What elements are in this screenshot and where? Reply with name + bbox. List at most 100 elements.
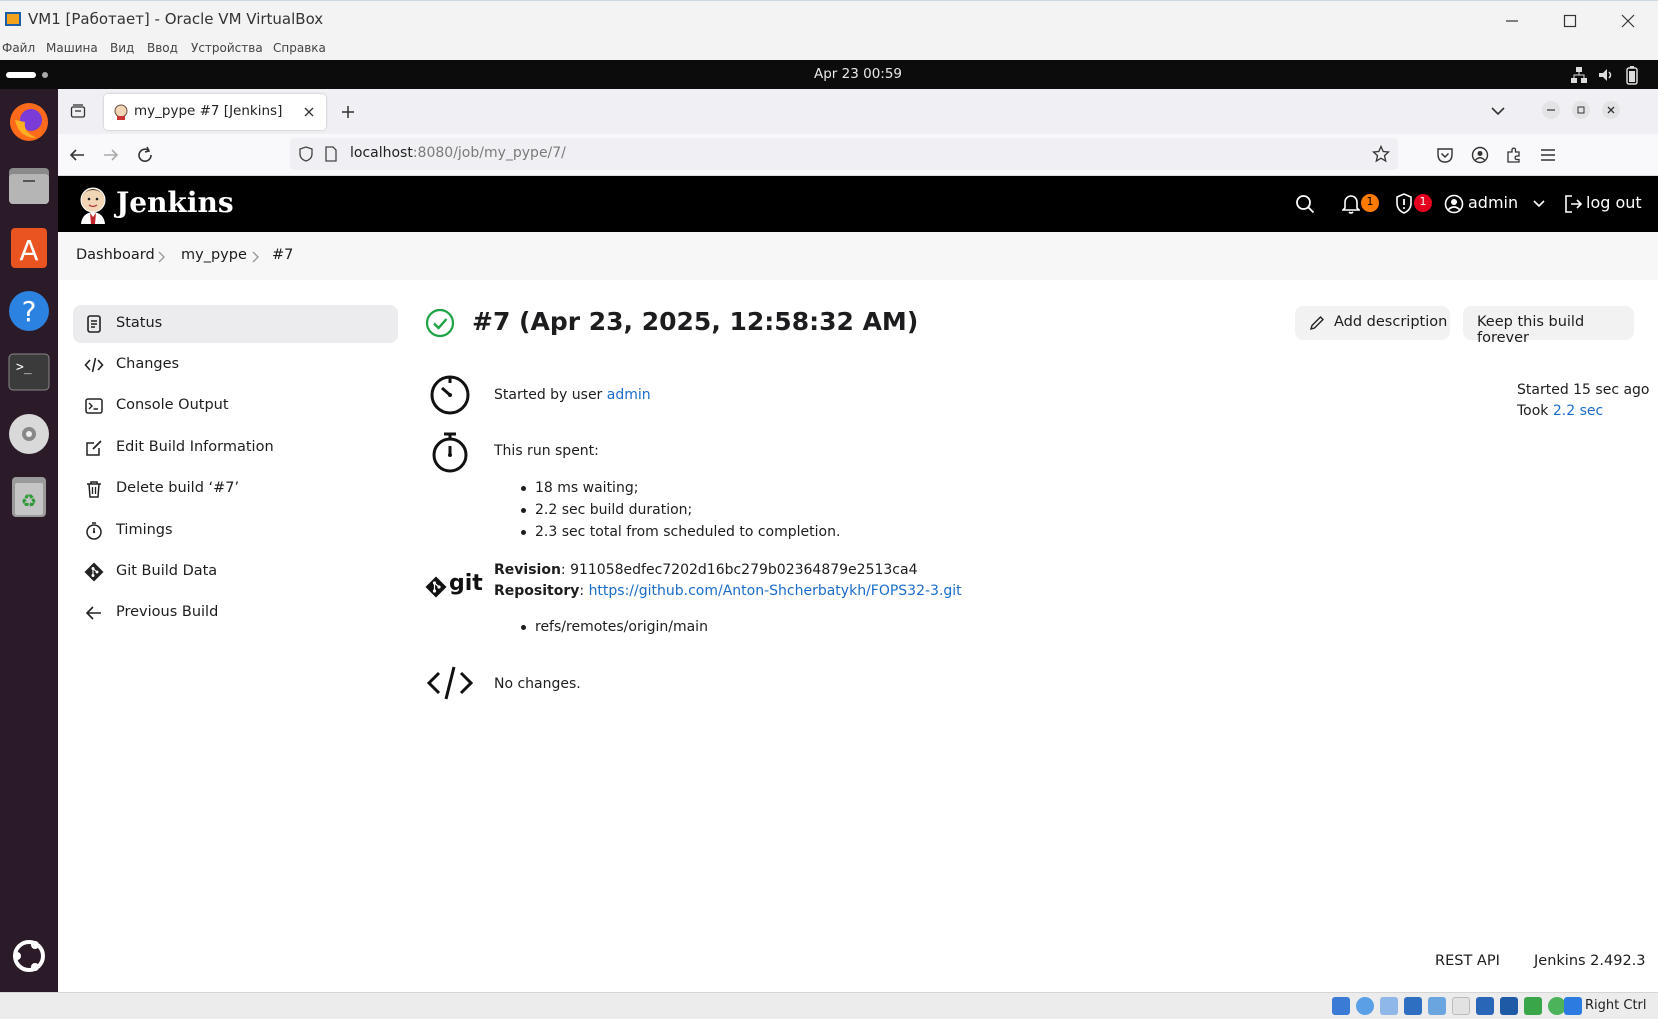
rest-api-link[interactable]: REST API: [1435, 953, 1500, 969]
close-icon[interactable]: [1620, 13, 1636, 29]
hamburger-menu-icon[interactable]: [1539, 146, 1557, 164]
page-icon[interactable]: [324, 146, 338, 162]
document-icon: [87, 315, 101, 333]
started-ago: Started 15 sec ago: [1517, 382, 1650, 398]
build-title: #7 (Apr 23, 2025, 12:58:32 AM): [472, 307, 919, 336]
browser-close-icon[interactable]: [1602, 101, 1620, 119]
help-launcher[interactable]: ?: [4, 286, 54, 336]
breadcrumb-job[interactable]: my_pype: [181, 247, 247, 263]
started-by-user-link[interactable]: admin: [607, 387, 651, 403]
battery-icon[interactable]: [1624, 65, 1640, 85]
notifications-bell-icon[interactable]: [1342, 193, 1360, 215]
sidebar-item-git-build-data[interactable]: Git Build Data: [73, 553, 398, 591]
audio-status-icon[interactable]: [1380, 997, 1398, 1015]
sidebar-item-edit-build-information[interactable]: Edit Build Information: [73, 429, 398, 467]
url-text[interactable]: localhost:8080/job/my_pype/7/: [350, 145, 566, 161]
bookmark-star-icon[interactable]: [1372, 145, 1390, 163]
recycle-bin-icon: ♻: [12, 477, 46, 517]
pocket-icon[interactable]: [1436, 146, 1454, 164]
recording-status-icon[interactable]: [1500, 997, 1518, 1015]
edit-icon: [86, 440, 102, 456]
logout-icon[interactable]: [1563, 194, 1583, 214]
sidebar-item-label: Delete build ‘#7’: [116, 480, 240, 496]
cpu-status-icon[interactable]: [1524, 997, 1542, 1015]
back-icon[interactable]: [68, 146, 86, 164]
took-text: Took 2.2 sec: [1517, 403, 1603, 419]
terminal-launcher[interactable]: >_: [4, 347, 54, 397]
app-center-icon: A: [11, 228, 47, 268]
sidebar-item-delete-build[interactable]: Delete build ‘#7’: [73, 470, 398, 508]
trash-launcher[interactable]: ♻: [4, 472, 54, 522]
vbox-menubar: Файл Машина Вид Ввод Устройства Справка: [0, 38, 1658, 60]
account-icon[interactable]: [1471, 146, 1489, 164]
trash-icon: [87, 481, 101, 498]
browser-tab-active[interactable]: my_pype #7 [Jenkins]: [104, 94, 326, 130]
volume-icon[interactable]: [1597, 66, 1615, 84]
keep-build-forever-button[interactable]: Keep this build forever: [1463, 306, 1634, 346]
svg-text:>_: >_: [16, 360, 32, 375]
breadcrumb-dashboard[interactable]: Dashboard: [76, 247, 155, 263]
git-icon: [84, 562, 104, 582]
disc-launcher[interactable]: [4, 409, 54, 459]
optical-drive-status-icon[interactable]: [1356, 997, 1374, 1015]
menu-view[interactable]: Вид: [110, 41, 134, 55]
breadcrumb-build[interactable]: #7: [272, 247, 293, 263]
search-icon[interactable]: [1295, 194, 1315, 214]
shared-folders-status-icon[interactable]: [1452, 997, 1470, 1015]
browser-nav-bar: localhost:8080/job/my_pype/7/: [58, 134, 1658, 176]
browser-tab-bar: my_pype #7 [Jenkins]: [58, 89, 1658, 134]
network-icon[interactable]: [1570, 66, 1588, 84]
browser-restore-icon[interactable]: [1572, 101, 1590, 119]
close-tab-icon[interactable]: [303, 106, 315, 118]
security-shield-icon[interactable]: [1395, 193, 1413, 215]
extensions-icon[interactable]: [1505, 146, 1523, 164]
menu-file[interactable]: Файл: [2, 41, 35, 55]
timings-list: 18 ms waiting; 2.2 sec build duration; 2…: [521, 478, 840, 544]
network-status-icon[interactable]: [1404, 997, 1422, 1015]
browser-minimize-icon[interactable]: [1542, 101, 1560, 119]
list-item: 2.3 sec total from scheduled to completi…: [521, 522, 840, 544]
minimize-icon[interactable]: [1504, 13, 1520, 29]
jenkins-version[interactable]: Jenkins 2.492.3: [1534, 953, 1646, 969]
clock[interactable]: Apr 23 00:59: [0, 66, 1658, 82]
chevron-down-icon[interactable]: [1490, 105, 1506, 117]
keyboard-status-icon[interactable]: [1564, 997, 1582, 1015]
tab-overview-icon[interactable]: [70, 103, 86, 119]
user-name[interactable]: admin: [1468, 193, 1518, 212]
reload-icon[interactable]: [136, 146, 154, 164]
show-apps-launcher[interactable]: [4, 931, 54, 981]
sidebar-item-changes[interactable]: Changes: [73, 346, 398, 384]
repository-link[interactable]: https://github.com/Anton-Shcherbatykh/FO…: [589, 583, 962, 599]
usb-status-icon[interactable]: [1428, 997, 1446, 1015]
menu-devices[interactable]: Устройства: [191, 41, 263, 55]
sidebar-item-timings[interactable]: Timings: [73, 512, 398, 550]
logout-link[interactable]: log out: [1586, 193, 1642, 212]
jenkins-brand[interactable]: Jenkins: [116, 186, 234, 219]
help-icon: ?: [9, 291, 49, 331]
jenkins-logo-icon[interactable]: [76, 184, 110, 224]
sidebar-item-console-output[interactable]: Console Output: [73, 387, 398, 425]
sidebar-item-previous-build[interactable]: Previous Build: [73, 594, 398, 632]
shield-icon[interactable]: [298, 146, 314, 162]
add-description-label: Add description: [1334, 314, 1448, 330]
display-status-icon[interactable]: [1476, 997, 1494, 1015]
address-bar[interactable]: localhost:8080/job/my_pype/7/: [290, 138, 1398, 170]
took-duration-link[interactable]: 2.2 sec: [1553, 403, 1603, 419]
new-tab-icon[interactable]: [340, 104, 356, 120]
add-description-button[interactable]: Add description: [1295, 306, 1450, 340]
menu-input[interactable]: Ввод: [147, 41, 178, 55]
menu-machine[interactable]: Машина: [46, 41, 98, 55]
app-center-launcher[interactable]: A: [4, 223, 54, 273]
maximize-icon[interactable]: [1562, 13, 1578, 29]
refs-list: refs/remotes/origin/main: [521, 617, 708, 639]
forward-icon[interactable]: [102, 146, 120, 164]
menu-help[interactable]: Справка: [273, 41, 326, 55]
user-chevron-down-icon[interactable]: [1533, 199, 1545, 209]
sidebar-item-label: Changes: [116, 356, 180, 372]
firefox-launcher[interactable]: [4, 97, 54, 147]
list-item: 2.2 sec build duration;: [521, 500, 840, 522]
files-launcher[interactable]: [4, 161, 54, 211]
user-icon[interactable]: [1444, 194, 1464, 214]
sidebar-item-status[interactable]: Status: [73, 305, 398, 343]
hdd-status-icon[interactable]: [1332, 997, 1350, 1015]
